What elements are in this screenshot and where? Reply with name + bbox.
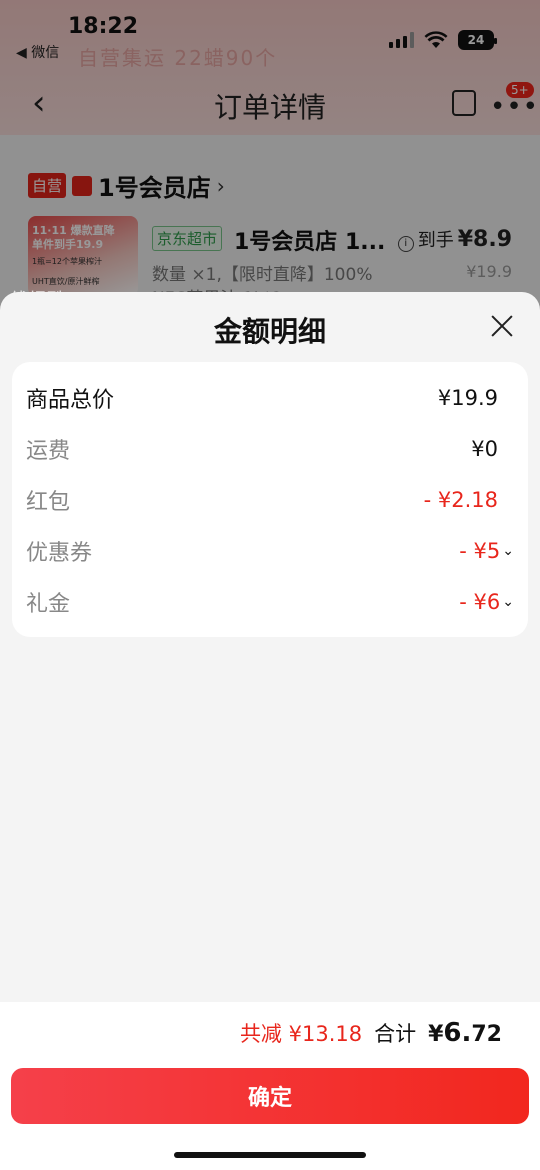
footer-bar: 共减 ¥13.18 合计 ¥6.72 确定 [0,1002,540,1170]
row-value: - ¥5 ⌄ [459,539,514,563]
row-label: 优惠券 [26,541,93,566]
row-value-text: ¥0 [471,437,498,461]
row-label: 红包 [26,490,71,515]
amount-card: 商品总价 ¥19.9 运费 ¥0 红包 - ¥2.18 优惠券 - ¥5 ⌄ 礼金… [12,362,528,637]
row-label: 礼金 [26,592,71,617]
row-shipping: 运费 ¥0 [26,429,514,469]
row-gift-money[interactable]: 礼金 - ¥6 ⌄ [26,582,514,622]
row-red-packet: 红包 - ¥2.18 [26,480,514,520]
row-label: 商品总价 [26,388,115,413]
sheet-title: 金额明细 [213,315,326,348]
total-int: 6. [443,1018,472,1048]
close-icon[interactable] [490,314,514,338]
summary-line: 共减 ¥13.18 合计 ¥6.72 [240,1018,502,1048]
row-value-text: ¥19.9 [437,386,498,410]
row-value: ¥0 [471,437,514,461]
chevron-down-icon[interactable]: ⌄ [502,543,514,559]
row-value-text: - ¥2.18 [423,488,498,512]
row-value: ¥19.9 [438,386,514,410]
row-label: 运费 [26,439,71,464]
total-label: 合计 [374,1022,417,1046]
total-currency: ¥ [428,1022,444,1047]
confirm-button[interactable]: 确定 [11,1068,529,1124]
total-saved: 共减 ¥13.18 [239,1022,363,1046]
row-value-text: - ¥6 [459,590,501,614]
chevron-down-icon[interactable]: ⌄ [502,594,514,610]
home-indicator [174,1152,366,1158]
row-goods-total: 商品总价 ¥19.9 [26,378,514,418]
row-value-text: - ¥5 [459,539,501,563]
total-dec: 72 [471,1022,502,1047]
row-value: - ¥2.18 [424,488,514,512]
total-amount: ¥6.72 [428,1018,502,1048]
row-value: - ¥6 ⌄ [459,590,514,614]
row-coupon[interactable]: 优惠券 - ¥5 ⌄ [26,531,514,571]
